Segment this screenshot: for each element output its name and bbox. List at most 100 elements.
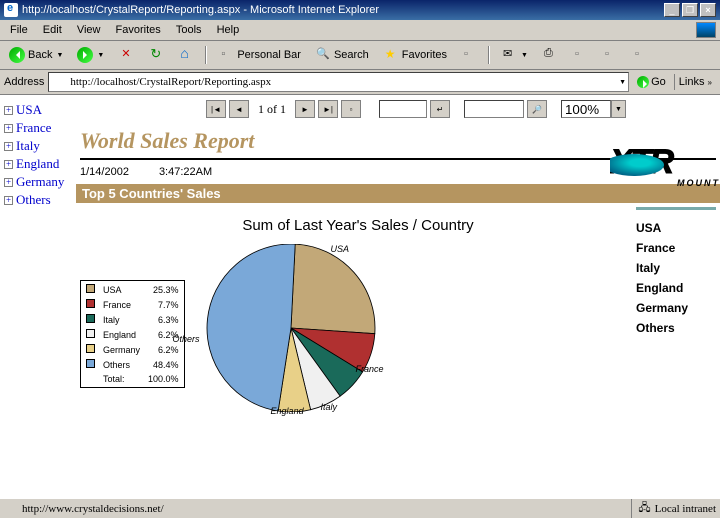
expand-icon[interactable]: + (4, 160, 13, 169)
home-icon (178, 47, 194, 63)
menu-tools[interactable]: Tools (170, 22, 208, 38)
minimize-button[interactable]: _ (664, 3, 680, 17)
first-page-button[interactable]: |◄ (206, 100, 226, 118)
report-toolbar: |◄ ◄ 1 of 1 ► ►| ▫ ↵ 🔎 ▼ (76, 96, 720, 122)
chart-legend: USA25.3%France7.7%Italy6.3%England6.2%Ge… (80, 280, 185, 388)
tree-node[interactable]: +England (4, 156, 72, 172)
discuss-button[interactable] (597, 44, 623, 66)
refresh-button[interactable] (143, 44, 169, 66)
menu-help[interactable]: Help (211, 22, 246, 38)
address-bar: Address ▼ Go Links » (0, 70, 720, 95)
back-button[interactable]: Back▼ (4, 44, 68, 66)
page-icon (4, 502, 18, 516)
logo-subtext: MOUNT (677, 178, 720, 188)
report-time: 3:47:22AM (159, 166, 212, 178)
address-label: Address (4, 76, 44, 88)
home-button[interactable] (173, 44, 199, 66)
mail-icon (501, 47, 517, 63)
maximize-button[interactable]: ❐ (682, 3, 698, 17)
print-button[interactable] (537, 44, 563, 66)
zoom-input[interactable] (561, 100, 611, 118)
stop-icon (118, 47, 134, 63)
goto-page-input[interactable] (379, 100, 427, 118)
expand-icon[interactable]: + (4, 196, 13, 205)
mail-button[interactable]: ▼ (496, 44, 533, 66)
chart-title: Sum of Last Year's Sales / Country (80, 207, 636, 240)
list-item: England (636, 278, 716, 298)
go-button[interactable]: Go (633, 74, 670, 90)
separator (205, 46, 207, 64)
discuss-icon (602, 47, 618, 63)
page-icon (51, 75, 65, 89)
address-dropdown-icon[interactable]: ▼ (619, 79, 626, 86)
status-zone: Local intranet (655, 503, 716, 515)
ie-throbber-icon (696, 22, 716, 38)
status-bar: http://www.crystaldecisions.net/ 🖧 Local… (0, 498, 720, 518)
pie-chart: USAFranceItalyEnglandOthers (201, 244, 381, 412)
messenger-button[interactable] (627, 44, 653, 66)
separator (488, 46, 490, 64)
menu-view[interactable]: View (71, 22, 107, 38)
expand-icon[interactable]: + (4, 142, 13, 151)
find-button[interactable]: 🔎 (527, 100, 547, 118)
stop-load-button[interactable]: ▫ (341, 100, 361, 118)
window-title: http://localhost/CrystalReport/Reporting… (22, 4, 379, 16)
tree-panel: +USA +France +Italy +England +Germany +O… (0, 96, 76, 531)
tree-node[interactable]: +USA (4, 102, 72, 118)
back-icon (9, 47, 25, 63)
edit-button[interactable] (567, 44, 593, 66)
menubar: File Edit View Favorites Tools Help (0, 20, 720, 41)
menu-file[interactable]: File (4, 22, 34, 38)
address-input[interactable] (68, 75, 618, 89)
prev-page-button[interactable]: ◄ (229, 100, 249, 118)
expand-icon[interactable]: + (4, 124, 13, 133)
tree-node[interactable]: +Others (4, 192, 72, 208)
edit-icon (572, 47, 588, 63)
goto-page-button[interactable]: ↵ (430, 100, 450, 118)
search-button[interactable]: Search (310, 44, 374, 66)
history-button[interactable] (456, 44, 482, 66)
report-viewer: |◄ ◄ 1 of 1 ► ►| ▫ ↵ 🔎 ▼ XTR MOUNT World… (76, 96, 720, 531)
logo: XTR MOUNT (610, 132, 720, 192)
list-item: USA (636, 218, 716, 238)
stop-button[interactable] (113, 44, 139, 66)
links-button[interactable]: Links » (674, 74, 716, 90)
toolbar: Back▼ ▼ Personal Bar Search Favorites ▼ (0, 41, 720, 70)
list-item: Italy (636, 258, 716, 278)
personal-icon (218, 47, 234, 63)
content-area: +USA +France +Italy +England +Germany +O… (0, 95, 720, 531)
country-list: USA France Italy England Germany Others (636, 207, 716, 412)
tree-node[interactable]: +Italy (4, 138, 72, 154)
last-page-button[interactable]: ►| (318, 100, 338, 118)
tree-node[interactable]: +France (4, 120, 72, 136)
zoom-dropdown-icon[interactable]: ▼ (611, 100, 626, 118)
favorites-button[interactable]: Favorites (378, 44, 452, 66)
list-item: Germany (636, 298, 716, 318)
tree-node[interactable]: +Germany (4, 174, 72, 190)
expand-icon[interactable]: + (4, 106, 13, 115)
star-icon (383, 47, 399, 63)
status-url: http://www.crystaldecisions.net/ (22, 503, 164, 515)
expand-icon[interactable]: + (4, 178, 13, 187)
report-date: 1/14/2002 (80, 166, 129, 178)
close-button[interactable]: × (700, 3, 716, 17)
find-input[interactable] (464, 100, 524, 118)
titlebar: http://localhost/CrystalReport/Reporting… (0, 0, 720, 20)
menu-favorites[interactable]: Favorites (110, 22, 167, 38)
refresh-icon (148, 47, 164, 63)
search-icon (315, 47, 331, 63)
list-item: Others (636, 318, 716, 338)
go-icon (637, 76, 649, 88)
page-indicator: 1 of 1 (252, 102, 292, 117)
menu-edit[interactable]: Edit (37, 22, 68, 38)
zone-icon: 🖧 (638, 499, 650, 518)
forward-button[interactable]: ▼ (72, 44, 109, 66)
list-item: France (636, 238, 716, 258)
messenger-icon (632, 47, 648, 63)
personal-bar-button[interactable]: Personal Bar (213, 44, 306, 66)
chart-area: Sum of Last Year's Sales / Country USA25… (76, 207, 720, 412)
next-page-button[interactable]: ► (295, 100, 315, 118)
address-field[interactable]: ▼ (48, 72, 629, 92)
menu-items: File Edit View Favorites Tools Help (4, 24, 245, 36)
print-icon (542, 47, 558, 63)
